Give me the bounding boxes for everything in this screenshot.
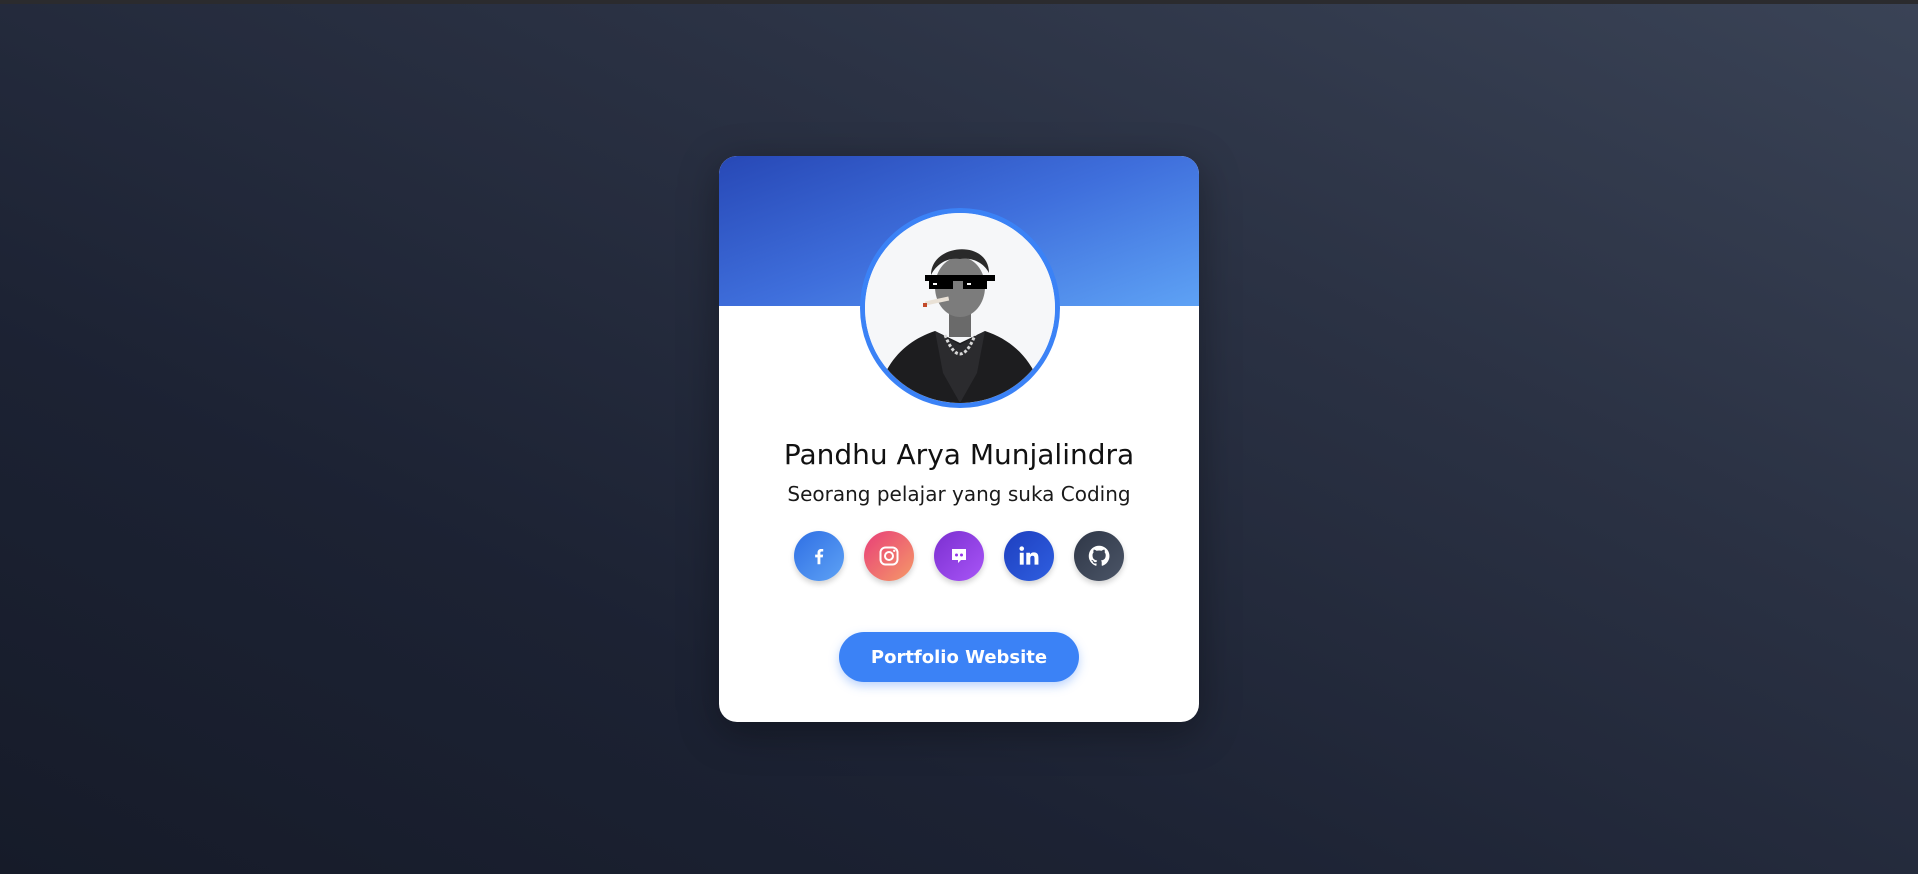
facebook-link[interactable] — [794, 531, 844, 581]
discord-icon — [952, 549, 966, 563]
avatar-photo — [865, 213, 1055, 403]
linkedin-icon — [1019, 546, 1039, 565]
avatar — [860, 208, 1060, 408]
instagram-icon — [879, 546, 899, 566]
github-icon — [1088, 545, 1110, 566]
profile-tagline: Seorang pelajar yang suka Coding — [787, 482, 1131, 506]
facebook-icon — [815, 548, 824, 565]
linkedin-link[interactable] — [1004, 531, 1054, 581]
discord-link[interactable] — [934, 531, 984, 581]
social-links — [719, 531, 1199, 581]
portfolio-website-button[interactable]: Portfolio Website — [839, 632, 1079, 682]
profile-name: Pandhu Arya Munjalindra — [783, 438, 1135, 471]
github-link[interactable] — [1074, 531, 1124, 581]
profile-card: Pandhu Arya Munjalindra Seorang pelajar … — [719, 156, 1199, 722]
window-top-strip — [0, 0, 1918, 4]
instagram-link[interactable] — [864, 531, 914, 581]
